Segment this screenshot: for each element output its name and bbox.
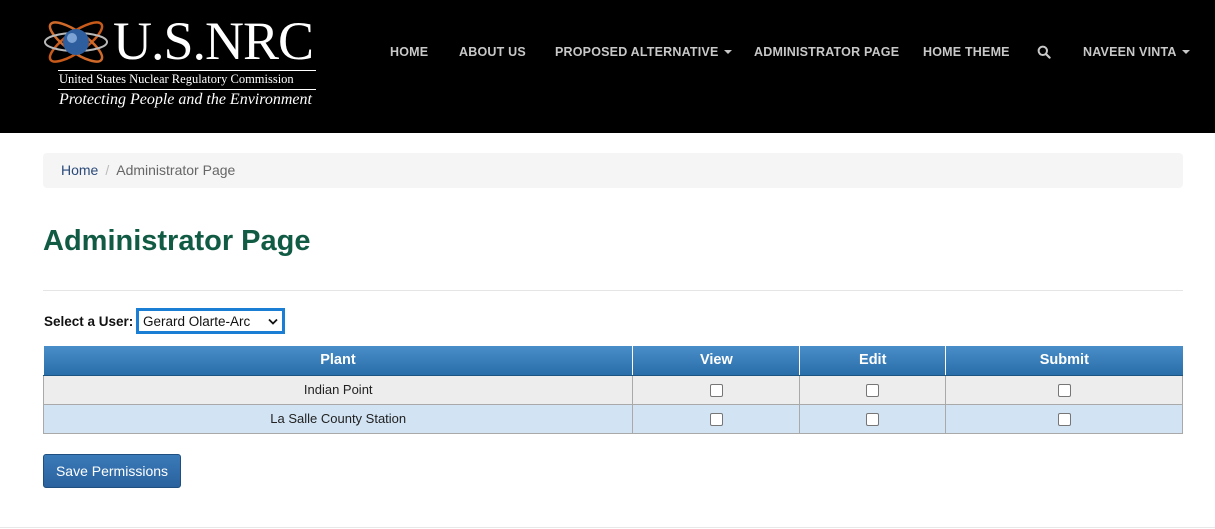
footer-divider [0, 527, 1215, 528]
column-header-edit: Edit [799, 346, 947, 376]
breadcrumb-separator: / [105, 162, 110, 178]
view-cell [632, 374, 801, 405]
breadcrumb-current: Administrator Page [116, 162, 236, 178]
nav-administrator-page[interactable]: ADMINISTRATOR PAGE [754, 45, 899, 61]
submit-checkbox[interactable] [1057, 413, 1071, 427]
edit-cell [799, 374, 947, 405]
view-checkbox[interactable] [709, 384, 723, 398]
submit-checkbox[interactable] [1057, 384, 1071, 398]
edit-checkbox[interactable] [866, 413, 880, 427]
table-header-row: Plant View Edit Submit [43, 346, 1183, 376]
plant-name-cell: Indian Point [42, 374, 634, 405]
logo-divider [58, 70, 316, 71]
breadcrumb-home-link[interactable]: Home [61, 162, 98, 178]
page-title: Administrator Page [43, 225, 311, 257]
nav-home-label: HOME [390, 45, 429, 59]
edit-cell [799, 403, 947, 434]
user-select-dropdown[interactable]: Gerard Olarte-Arc [136, 308, 285, 334]
view-checkbox[interactable] [709, 413, 723, 427]
top-navbar: U.S.NRC United States Nuclear Regulatory… [0, 0, 1215, 133]
submit-cell [945, 403, 1183, 434]
nav-home-theme[interactable]: HOME THEME [923, 45, 1010, 61]
column-header-submit: Submit [945, 346, 1183, 376]
table-row: La Salle County Station [42, 403, 1183, 434]
nav-home[interactable]: HOME [390, 45, 428, 61]
breadcrumb: Home / Administrator Page [43, 153, 1183, 188]
submit-cell [945, 374, 1183, 405]
chevron-down-icon [268, 318, 278, 325]
logo-divider [58, 89, 316, 90]
logo-agency-name: United States Nuclear Regulatory Commiss… [59, 72, 294, 86]
search-icon[interactable] [1037, 45, 1051, 59]
edit-checkbox[interactable] [866, 384, 880, 398]
nav-proposed-label: PROPOSED ALTERNATIVE [555, 45, 719, 59]
title-divider [43, 290, 1183, 291]
nav-admin-label: ADMINISTRATOR PAGE [754, 45, 900, 59]
logo-tagline: Protecting People and the Environment [59, 91, 312, 108]
caret-down-icon [723, 50, 732, 54]
view-cell [632, 403, 801, 434]
atom-globe-icon [44, 21, 108, 63]
nrc-logo[interactable]: U.S.NRC United States Nuclear Regulatory… [40, 6, 322, 116]
nav-about-label: ABOUT US [459, 45, 526, 59]
plant-name-cell: La Salle County Station [42, 403, 634, 434]
user-menu[interactable]: NAVEEN VINTA [1083, 45, 1190, 61]
user-menu-label: NAVEEN VINTA [1083, 45, 1177, 59]
user-select-label: Select a User: [44, 314, 134, 329]
permissions-table: Plant View Edit Submit Indian Point La S… [42, 346, 1183, 434]
table-row: Indian Point [42, 374, 1183, 405]
nav-theme-label: HOME THEME [923, 45, 1010, 59]
logo-wordmark: U.S.NRC [113, 11, 314, 71]
nav-about-us[interactable]: ABOUT US [459, 45, 526, 61]
save-permissions-button[interactable]: Save Permissions [43, 454, 181, 488]
user-select-value: Gerard Olarte-Arc [143, 313, 251, 329]
nav-proposed-alternative[interactable]: PROPOSED ALTERNATIVE [555, 45, 732, 61]
column-header-plant: Plant [43, 346, 634, 376]
caret-down-icon [1181, 50, 1190, 54]
column-header-view: View [632, 346, 801, 376]
